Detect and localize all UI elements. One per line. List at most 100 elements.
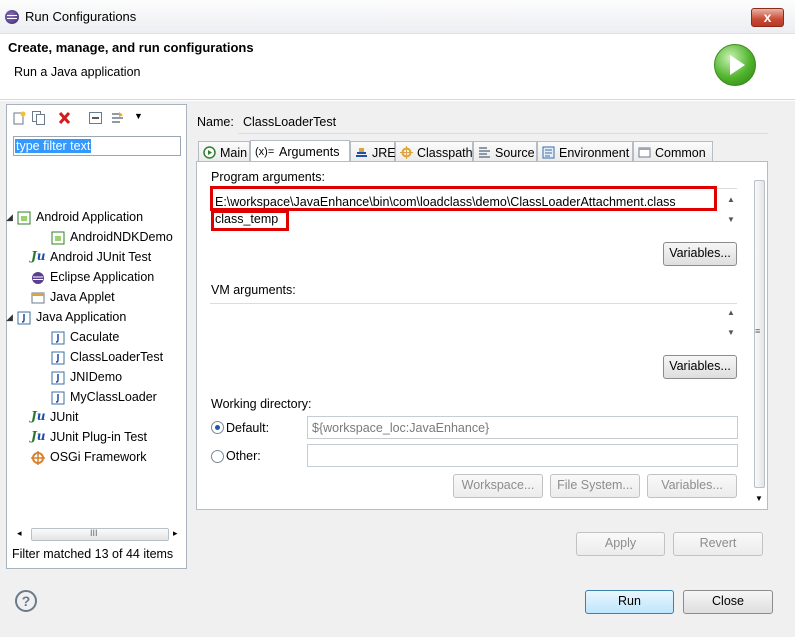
main-tab-icon: [203, 146, 216, 159]
window-close-button[interactable]: x: [751, 8, 784, 27]
tree-item-label: OSGi Framework: [50, 450, 147, 464]
java-config-icon: [51, 371, 65, 385]
junit-icon: Ju: [31, 409, 46, 423]
header-subtitle: Run a Java application: [14, 65, 141, 79]
tree-item-label: Caculate: [70, 330, 120, 344]
expand-twisty-icon[interactable]: ◢: [6, 312, 13, 323]
junit-plugin-icon: Ju: [31, 429, 46, 443]
file-system-button[interactable]: File System...: [550, 474, 640, 498]
android-config-icon: [51, 231, 65, 245]
collapse-all-icon[interactable]: [89, 111, 102, 125]
common-tab-icon: [638, 147, 651, 158]
title-bar: Run Configurations x: [0, 0, 795, 34]
tree-item-label: Android JUnit Test: [50, 250, 152, 264]
name-input[interactable]: ClassLoaderTest: [238, 110, 768, 134]
config-tree-panel: ▼ type filter text ◢ Android Application A…: [6, 104, 187, 569]
tree-item-label: AndroidNDKDemo: [70, 230, 173, 244]
eclipse-app-icon: [5, 10, 19, 24]
arguments-tab-icon: (x)=: [255, 146, 275, 158]
tab-label: Classpath: [417, 146, 473, 160]
tab-environment[interactable]: Environment: [537, 141, 633, 162]
other-radio-label: Other:: [226, 449, 261, 463]
tab-label: JRE: [372, 146, 396, 160]
close-button[interactable]: Close: [683, 590, 773, 614]
tree-item-label: Java Application: [36, 310, 127, 324]
tab-label: Environment: [559, 146, 630, 160]
tab-body-scroll-down-icon[interactable]: ▼: [755, 494, 763, 503]
filter-config-icon[interactable]: [111, 111, 124, 125]
tree-item-label: Java Applet: [50, 290, 115, 304]
duplicate-config-icon[interactable]: [32, 111, 45, 125]
filter-input[interactable]: type filter text: [13, 136, 181, 156]
tab-main[interactable]: Main: [198, 141, 250, 162]
filter-status: Filter matched 13 of 44 items: [12, 547, 174, 561]
applet-icon: [31, 292, 45, 304]
eclipse-icon: [32, 272, 44, 284]
tab-label: Arguments: [279, 145, 340, 159]
tree-hscrollbar[interactable]: ◂ III ▸: [15, 526, 180, 542]
tree-item-label: Android Application: [36, 210, 144, 224]
apply-button[interactable]: Apply: [576, 532, 665, 556]
other-dir-field[interactable]: [307, 444, 738, 467]
name-input-value: ClassLoaderTest: [243, 115, 337, 129]
workspace-button[interactable]: Workspace...: [453, 474, 543, 498]
expand-twisty-icon[interactable]: ◢: [6, 212, 13, 223]
tab-label: Common: [655, 146, 706, 160]
java-config-icon: [51, 391, 65, 405]
vm-variables-button[interactable]: Variables...: [663, 355, 737, 379]
classpath-tab-icon: [400, 146, 413, 159]
vm-args-scroll-icon[interactable]: ▲ ▼: [727, 308, 735, 338]
toolbar-menu-chevron-icon[interactable]: ▼: [134, 111, 143, 121]
default-radio-label: Default:: [226, 421, 270, 435]
scroll-left-icon[interactable]: ◂: [17, 528, 22, 539]
other-radio[interactable]: [211, 450, 224, 463]
revert-button[interactable]: Revert: [673, 532, 763, 556]
default-radio[interactable]: [211, 421, 224, 434]
tab-arguments[interactable]: (x)= Arguments: [250, 140, 350, 162]
java-app-icon: [17, 311, 31, 325]
dialog-header: Create, manage, and run configurations R…: [0, 34, 795, 100]
vm-args-textarea[interactable]: ▲ ▼: [210, 303, 737, 345]
tree-item-label: ClassLoaderTest: [70, 350, 164, 364]
tree-item-label: MyClassLoader: [70, 390, 157, 404]
tab-label: Main: [220, 146, 248, 160]
tree-item-label: Eclipse Application: [50, 270, 155, 284]
tab-body-scroll-grip: ≡: [755, 326, 761, 336]
name-label: Name:: [197, 115, 234, 129]
program-args-label: Program arguments:: [211, 170, 325, 184]
window-title: Run Configurations: [25, 9, 137, 24]
scroll-right-icon[interactable]: ▸: [173, 528, 178, 539]
junit-icon: Ju: [31, 249, 46, 263]
delete-config-icon[interactable]: [58, 111, 71, 125]
working-dir-variables-button[interactable]: Variables...: [647, 474, 737, 498]
tab-source[interactable]: Source: [473, 141, 537, 162]
highlight-box-class-temp: [211, 210, 289, 231]
scroll-thumb[interactable]: III: [31, 528, 169, 541]
default-dir-value: ${workspace_loc:JavaEnhance}: [312, 421, 490, 435]
tree-item-label: JNIDemo: [70, 370, 123, 384]
tab-common[interactable]: Common: [633, 141, 713, 162]
android-app-icon: [17, 211, 31, 225]
run-banner-icon: [714, 44, 756, 86]
tree-toolbar: ▼: [7, 105, 186, 131]
tab-label: Source: [495, 146, 535, 160]
jre-tab-icon: [356, 148, 367, 157]
default-dir-field: ${workspace_loc:JavaEnhance}: [307, 416, 738, 439]
source-tab-icon: [479, 147, 490, 158]
working-dir-label: Working directory:: [211, 397, 312, 411]
tree-item-label: JUnit Plug-in Test: [50, 430, 148, 444]
run-button[interactable]: Run: [585, 590, 674, 614]
java-config-icon: [51, 351, 65, 365]
environment-tab-icon: [542, 146, 555, 159]
header-title: Create, manage, and run configurations: [8, 40, 254, 55]
tab-body-vscrollbar[interactable]: ≡ ▼: [752, 180, 767, 508]
filter-input-text: type filter text: [15, 139, 92, 153]
help-icon[interactable]: ?: [15, 590, 37, 612]
vm-args-label: VM arguments:: [211, 283, 296, 297]
new-config-icon[interactable]: [13, 111, 26, 125]
program-args-scroll-icon[interactable]: ▲ ▼: [727, 195, 735, 225]
tab-classpath[interactable]: Classpath: [395, 141, 473, 162]
program-variables-button[interactable]: Variables...: [663, 242, 737, 266]
tab-jre[interactable]: JRE: [350, 141, 396, 162]
scroll-grip: III: [90, 528, 98, 538]
